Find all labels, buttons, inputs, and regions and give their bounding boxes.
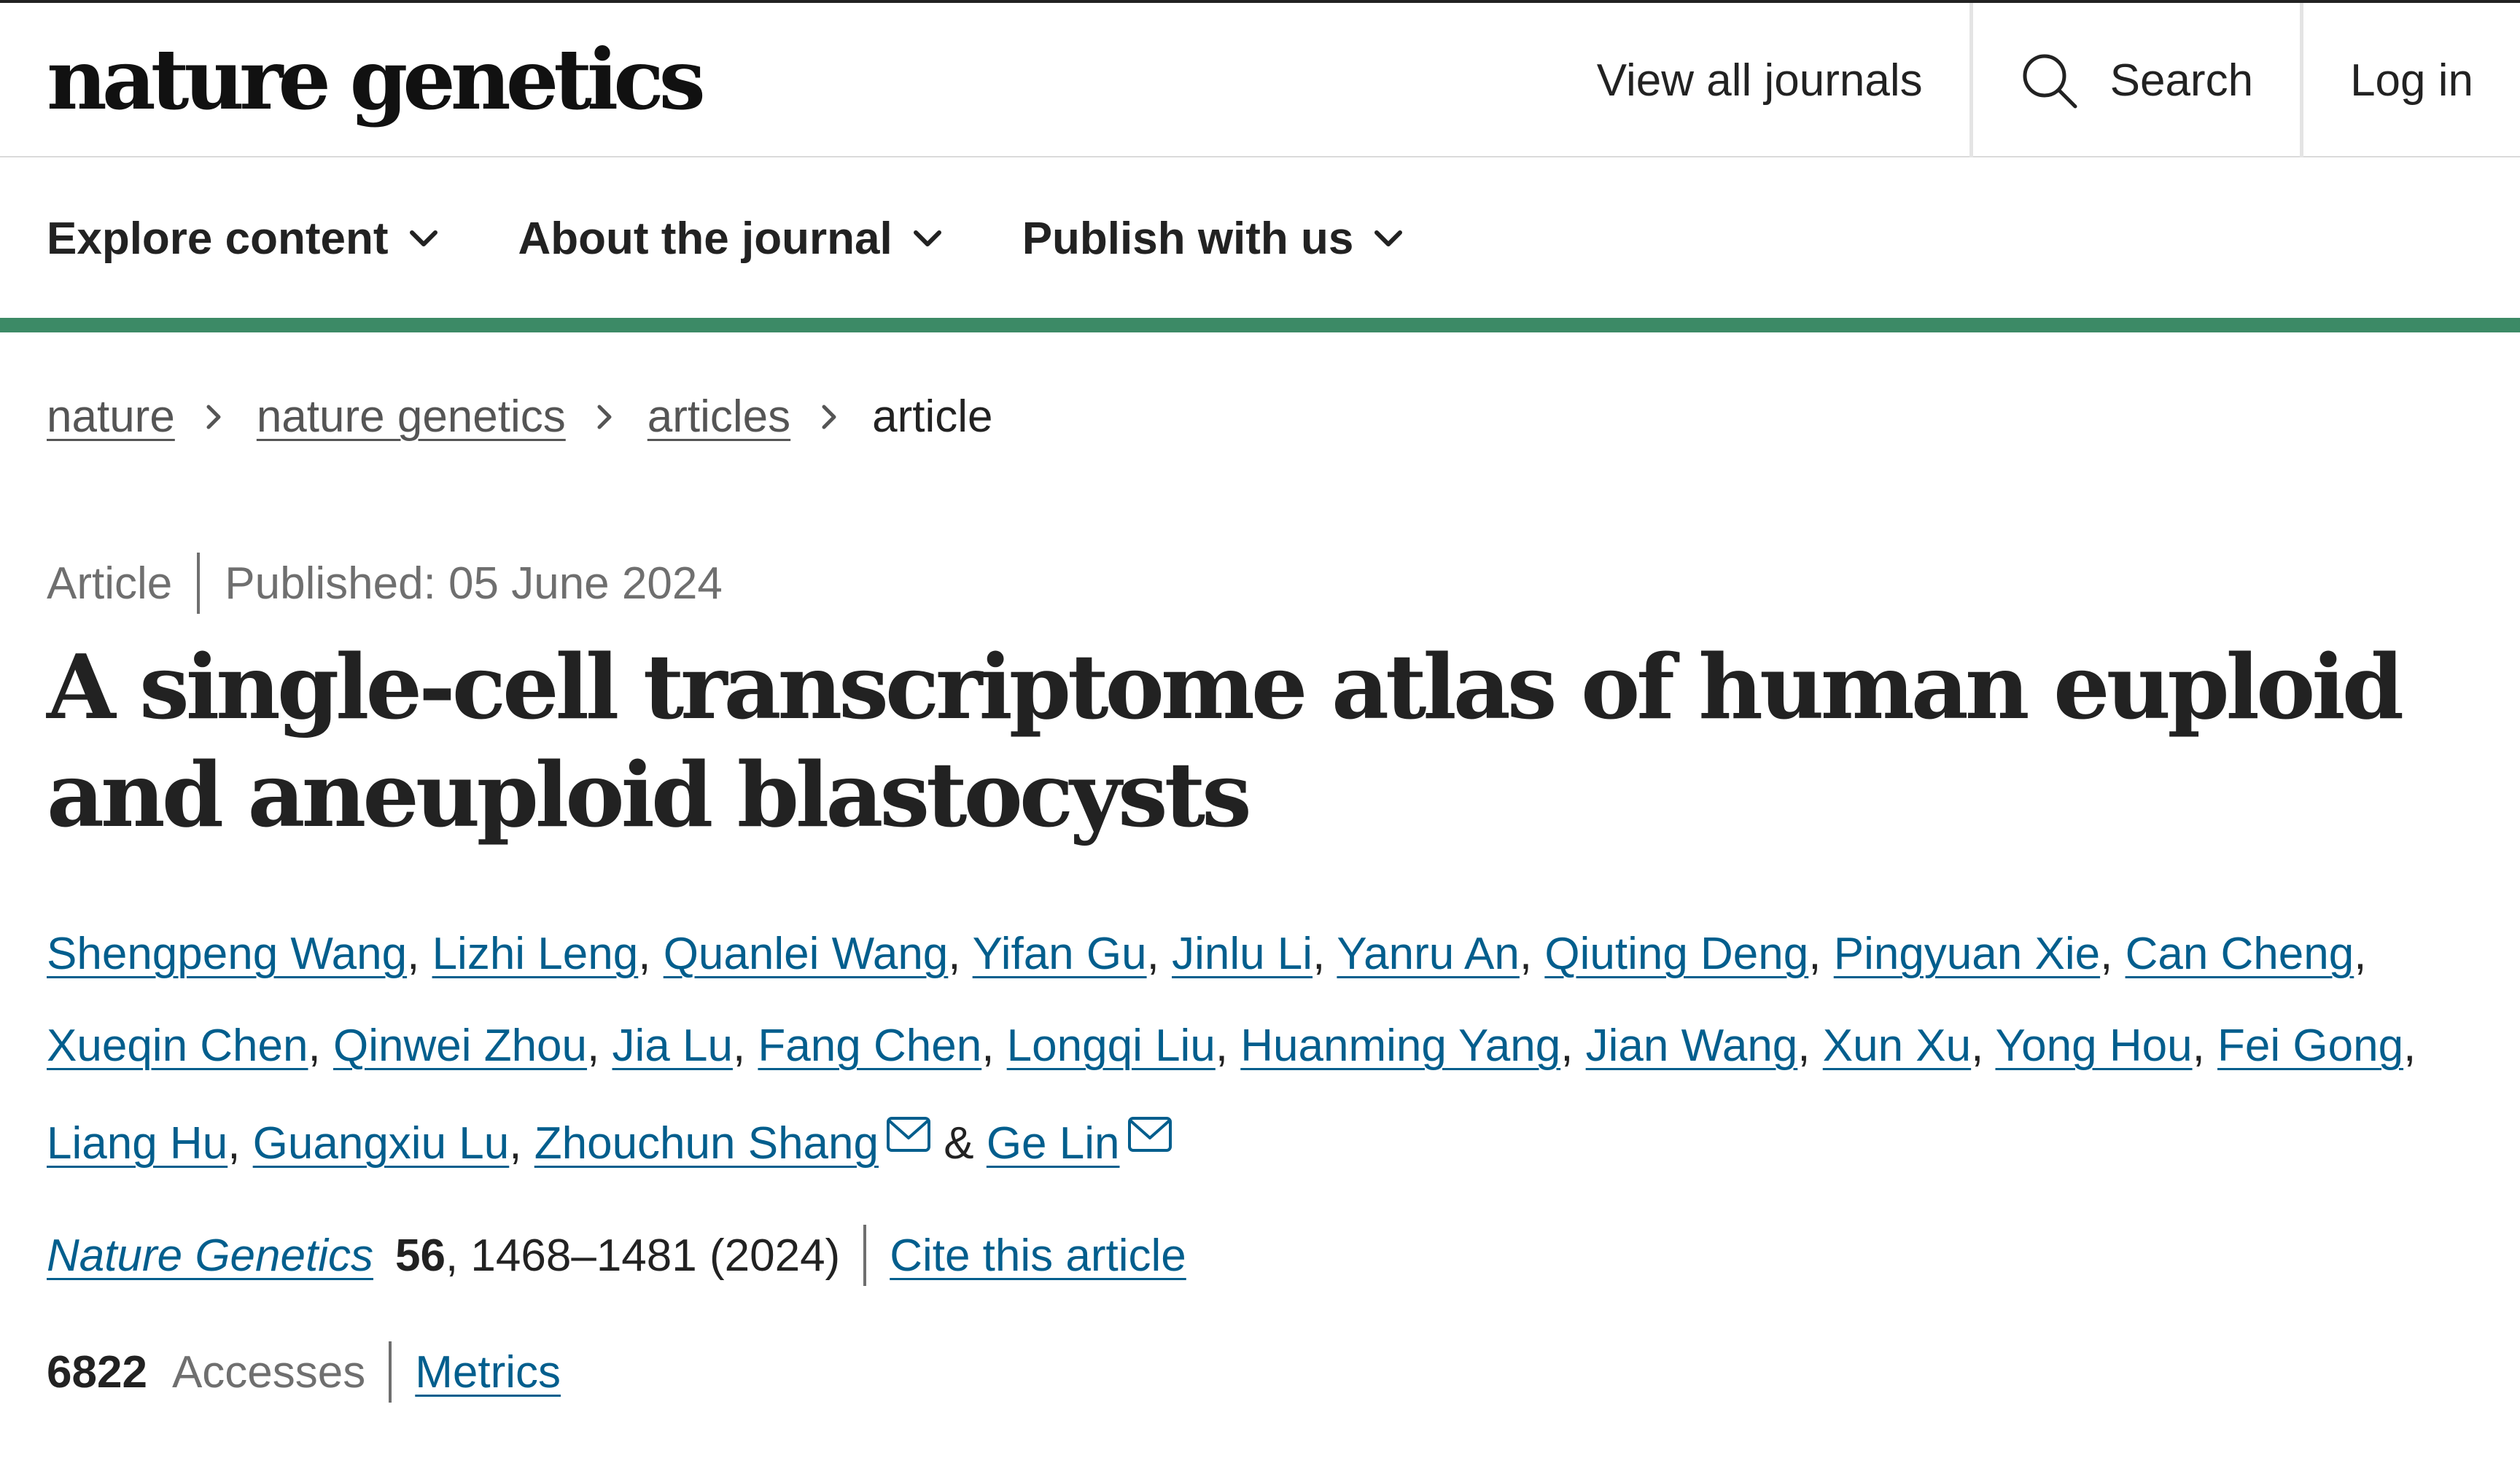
author-link[interactable]: Shengpeng Wang — [47, 929, 407, 979]
cite-this-article-link[interactable]: Cite this article — [890, 1230, 1186, 1282]
volume: 56 — [395, 1230, 446, 1281]
site-logo[interactable]: nature genetics — [47, 25, 706, 134]
author-link[interactable]: Ge Lin — [987, 1118, 1120, 1169]
author-and: & — [944, 1118, 974, 1169]
author-list: Shengpeng Wang, Lizhi Leng, Quanlei Wang… — [47, 908, 2475, 1190]
breadcrumb-articles[interactable]: articles — [648, 391, 790, 443]
secondary-nav: Explore content About the journal Publis… — [0, 157, 2520, 319]
citation-line: Nature Genetics 56 , 1468–1481 (2024) Ci… — [47, 1225, 1186, 1286]
author-link[interactable]: Qiuting Deng — [1544, 929, 1808, 979]
chevron-down-icon — [409, 230, 438, 246]
author-link[interactable]: Yanru An — [1337, 929, 1519, 979]
author-separator: , — [2403, 1021, 2416, 1071]
author-separator: , — [1797, 1021, 1811, 1071]
accesses-label: Accesses — [171, 1346, 366, 1397]
author-separator: , — [948, 929, 961, 979]
author-link[interactable]: Guangxiu Lu — [253, 1118, 510, 1169]
publish-with-us-label: Publish with us — [1022, 213, 1354, 264]
breadcrumb-current: article — [872, 391, 993, 442]
author-separator: , — [2100, 929, 2113, 979]
search-label: Search — [2109, 55, 2254, 106]
author-separator: , — [2192, 1021, 2205, 1071]
author-separator: , — [2354, 929, 2367, 979]
chevron-right-icon — [597, 405, 612, 429]
accesses-count: 6822 — [47, 1346, 147, 1397]
author-separator: , — [1808, 929, 1821, 979]
divider — [389, 1341, 392, 1403]
author-separator: , — [1560, 1021, 1574, 1071]
mail-icon[interactable] — [1127, 1092, 1172, 1152]
view-all-journals-label: View all journals — [1596, 55, 1923, 106]
author-separator: , — [638, 929, 651, 979]
author-link[interactable]: Can Cheng — [2126, 929, 2354, 979]
chevron-down-icon — [1374, 230, 1403, 246]
author-link[interactable]: Quanlei Wang — [664, 929, 949, 979]
site-header: nature genetics View all journals Search… — [0, 0, 2520, 157]
author-link[interactable]: Yong Hou — [1995, 1021, 2192, 1071]
explore-content-label: Explore content — [47, 213, 389, 264]
author-separator: , — [1519, 929, 1533, 979]
chevron-right-icon — [822, 405, 836, 429]
search-button[interactable]: Search — [1969, 3, 2300, 157]
author-link[interactable]: Liang Hu — [47, 1118, 228, 1169]
top-nav: View all journals Search Log in — [1550, 3, 2520, 157]
publish-with-us-menu[interactable]: Publish with us — [1022, 213, 1405, 265]
author-separator: , — [981, 1021, 995, 1071]
author-separator: , — [308, 1021, 321, 1071]
author-separator: , — [1971, 1021, 1984, 1071]
metrics-line: 6822 Accesses Metrics — [47, 1341, 561, 1403]
author-link[interactable]: Fang Chen — [758, 1021, 981, 1071]
author-separator: , — [587, 1021, 600, 1071]
login-label: Log in — [2350, 55, 2473, 106]
view-all-journals-link[interactable]: View all journals — [1550, 3, 1969, 157]
article-type: Article — [47, 558, 173, 609]
author-link[interactable]: Yifan Gu — [973, 929, 1147, 979]
author-link[interactable]: Fei Gong — [2217, 1021, 2403, 1071]
author-separator: , — [1312, 929, 1326, 979]
author-link[interactable]: Jinlu Li — [1172, 929, 1312, 979]
author-link[interactable]: Zhouchun Shang — [534, 1118, 879, 1169]
author-separator: , — [1215, 1021, 1229, 1071]
breadcrumb-nature[interactable]: nature — [47, 391, 175, 443]
chevron-down-icon — [913, 230, 941, 246]
author-separator: , — [407, 929, 420, 979]
article-meta: Article Published: 05 June 2024 — [47, 553, 723, 614]
published-date: Published: 05 June 2024 — [225, 558, 723, 609]
author-link[interactable]: Lizhi Leng — [432, 929, 639, 979]
pages-year: , 1468–1481 (2024) — [445, 1230, 841, 1281]
author-separator: , — [509, 1118, 522, 1169]
chevron-right-icon — [206, 405, 221, 429]
divider — [863, 1225, 867, 1286]
author-link[interactable]: Jia Lu — [612, 1021, 733, 1071]
author-link[interactable]: Pingyuan Xie — [1834, 929, 2100, 979]
author-link[interactable]: Qinwei Zhou — [333, 1021, 587, 1071]
author-link[interactable]: Xun Xu — [1823, 1021, 1971, 1071]
author-separator: , — [732, 1021, 746, 1071]
divider — [197, 553, 201, 614]
author-link[interactable]: Xueqin Chen — [47, 1021, 308, 1071]
author-separator: , — [228, 1118, 241, 1169]
mail-icon[interactable] — [886, 1092, 931, 1152]
metrics-link[interactable]: Metrics — [415, 1346, 561, 1398]
article-title: A single-cell transcriptome atlas of hum… — [47, 634, 2404, 847]
about-journal-menu[interactable]: About the journal — [518, 213, 944, 265]
author-link[interactable]: Longqi Liu — [1007, 1021, 1216, 1071]
breadcrumb-nature-genetics[interactable]: nature genetics — [257, 391, 566, 443]
author-link[interactable]: Jian Wang — [1586, 1021, 1798, 1071]
journal-link[interactable]: Nature Genetics — [47, 1230, 373, 1282]
login-link[interactable]: Log in — [2300, 3, 2520, 157]
author-link[interactable]: Huanming Yang — [1240, 1021, 1560, 1071]
explore-content-menu[interactable]: Explore content — [47, 213, 440, 265]
author-separator: , — [1146, 929, 1159, 979]
about-journal-label: About the journal — [518, 213, 892, 264]
search-icon — [2023, 54, 2077, 109]
accent-bar — [0, 318, 2520, 332]
breadcrumb: nature nature genetics articles article — [47, 391, 993, 443]
